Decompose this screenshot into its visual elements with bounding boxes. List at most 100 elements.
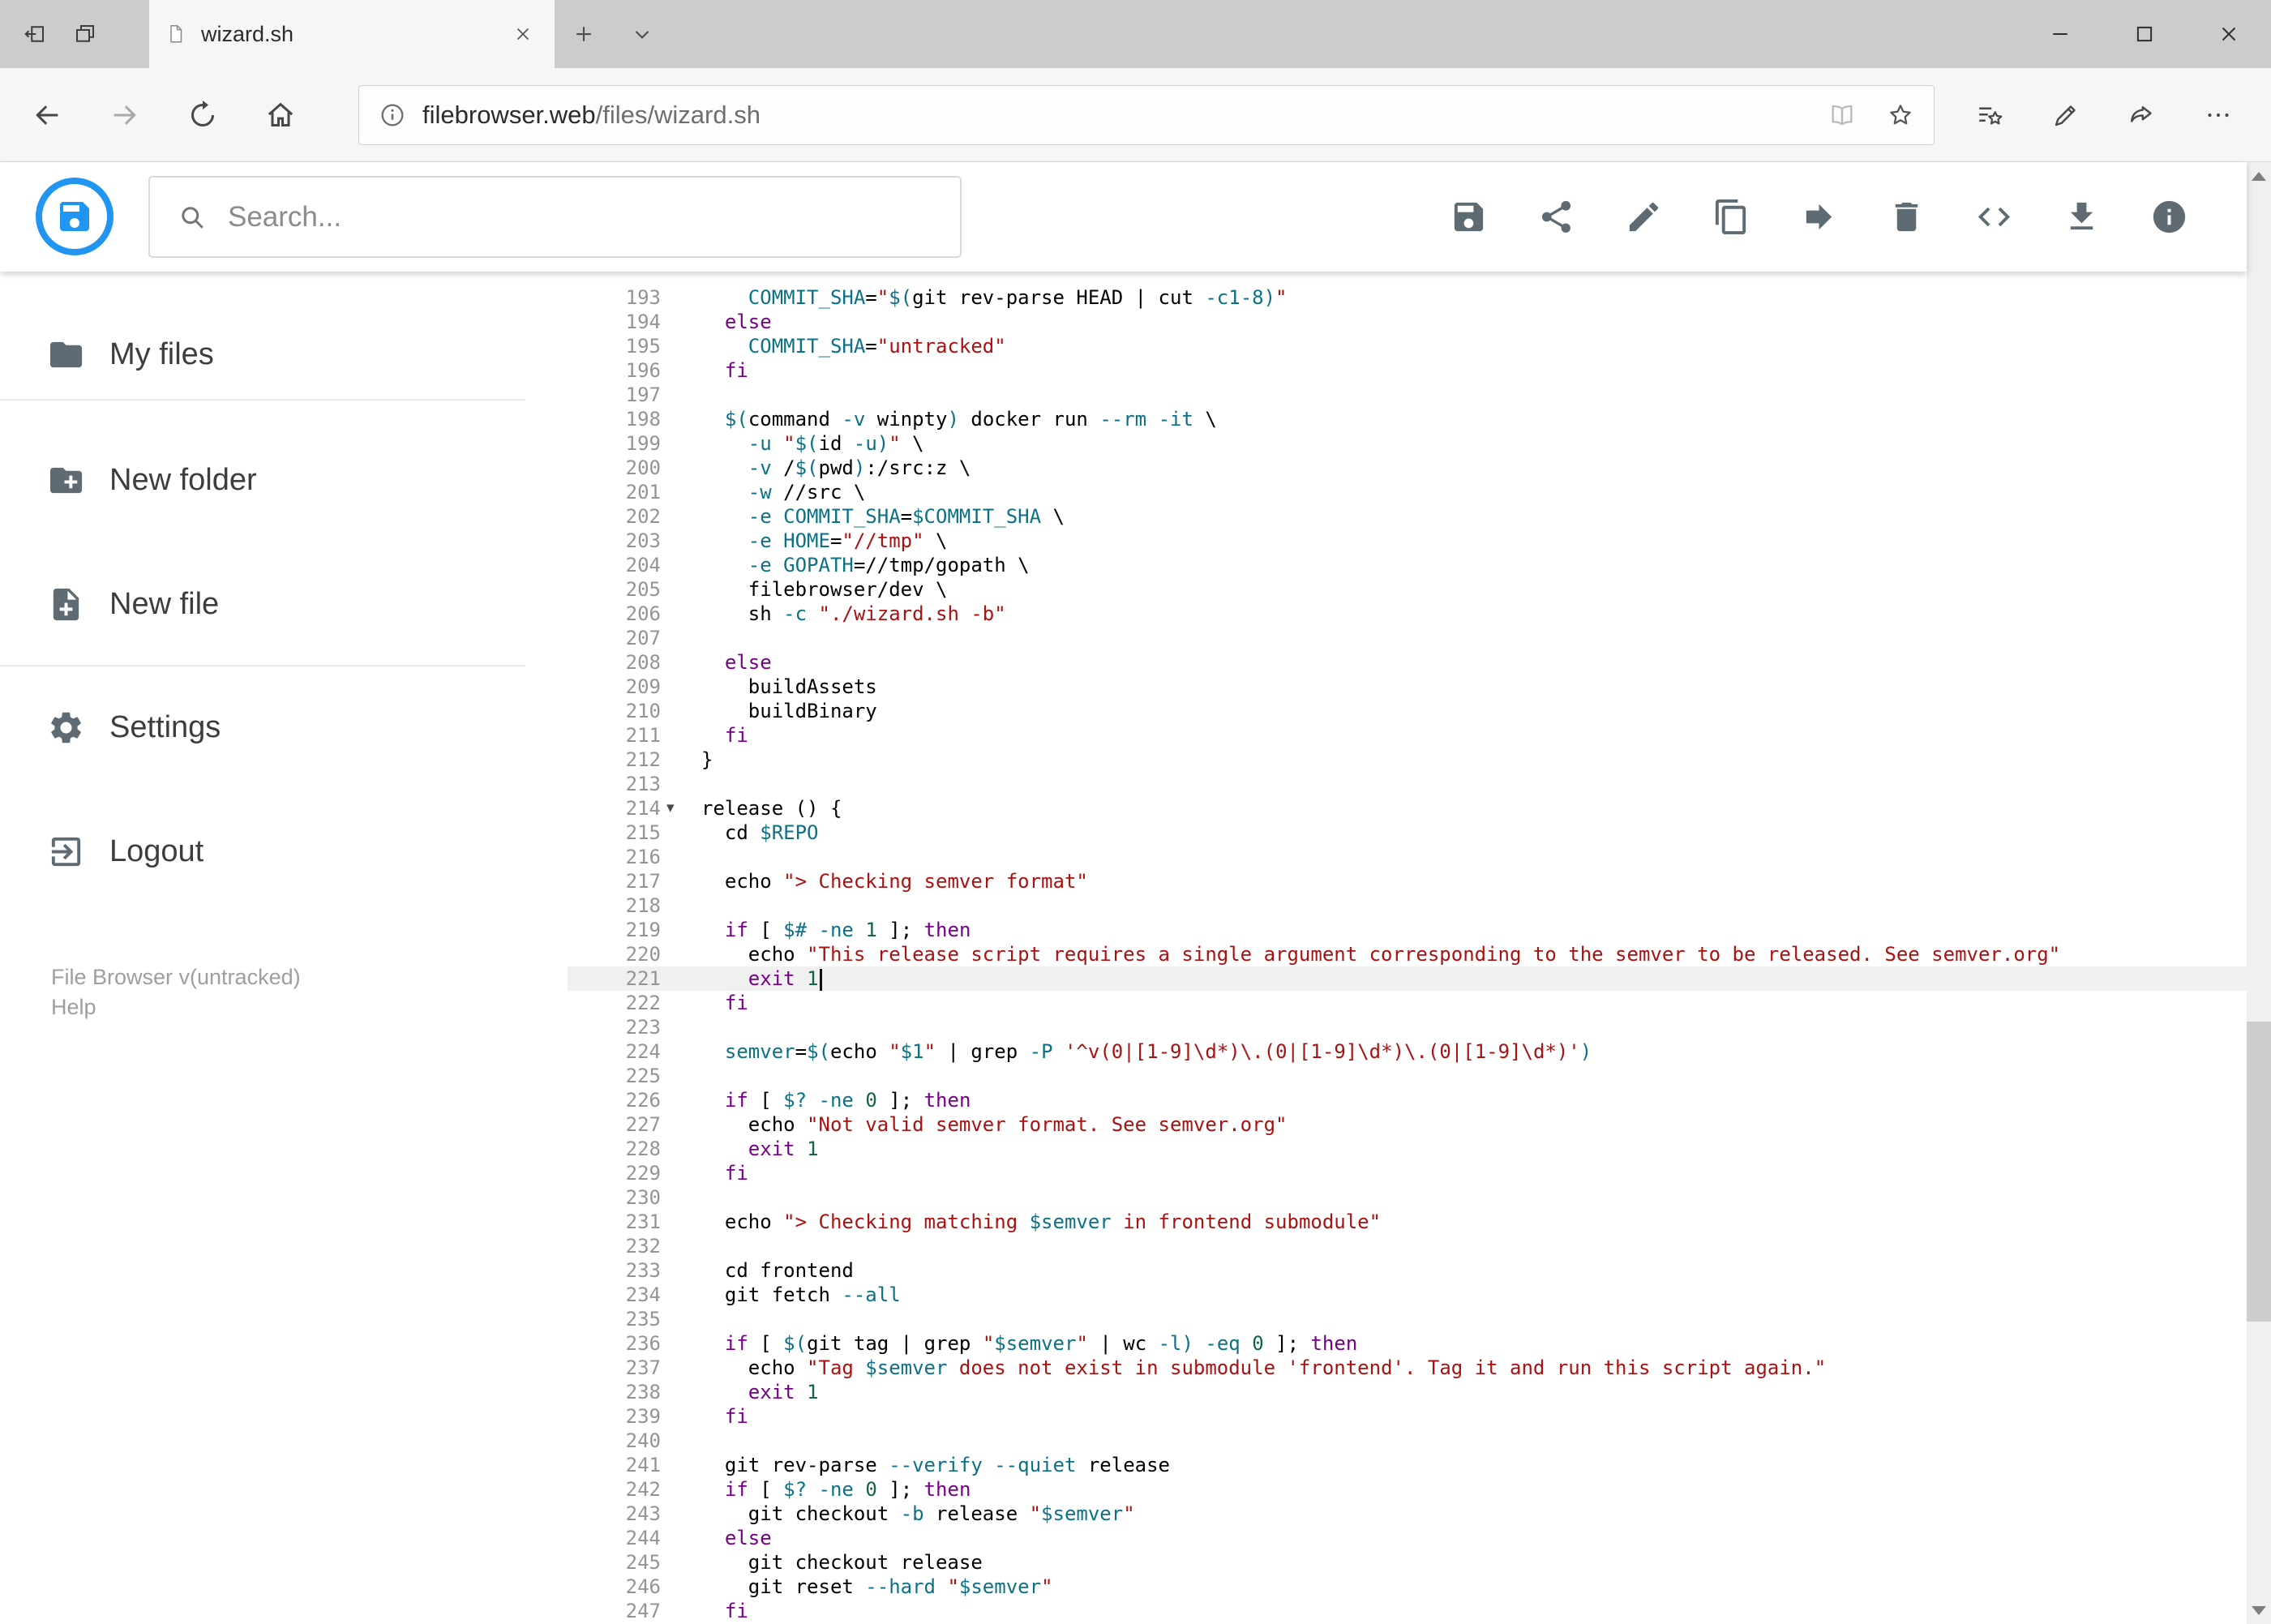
code-line-204[interactable]: 204 -e GOPATH=//tmp/gopath \ [568,553,2247,577]
set-tabs-aside-button[interactable] [10,0,60,68]
code-line-242[interactable]: 242 if [ $? -ne 0 ]; then [568,1477,2247,1502]
fold-marker[interactable]: ▾ [661,796,701,821]
code-line-236[interactable]: 236 if [ $(git tag | grep "$semver" | wc… [568,1331,2247,1356]
code-line-196[interactable]: 196 fi [568,358,2247,383]
tab-wizard-sh[interactable]: wizard.sh [149,0,555,68]
tab-preview-chevron-button[interactable] [613,0,671,68]
code-line-206[interactable]: 206 sh -c "./wizard.sh -b" [568,602,2247,626]
share-button[interactable] [1537,198,1575,236]
code-line-205[interactable]: 205 filebrowser/dev \ [568,577,2247,602]
tab-close-icon[interactable] [508,19,538,49]
delete-button[interactable] [1888,198,1926,236]
sidebar-item-my-files[interactable]: My files [0,310,568,399]
code-line-193[interactable]: 193 COMMIT_SHA="$(git rev-parse HEAD | c… [568,285,2247,310]
sidebar-item-logout[interactable]: Logout [0,807,568,896]
rename-button[interactable] [1625,198,1663,236]
code-line-245[interactable]: 245 git checkout release [568,1550,2247,1575]
code-line-226[interactable]: 226 if [ $? -ne 0 ]; then [568,1088,2247,1112]
code-line-240[interactable]: 240 [568,1429,2247,1453]
code-line-224[interactable]: 224 semver=$(echo "$1" | grep -P '^v(0|[… [568,1039,2247,1064]
code-line-221[interactable]: 221 exit 1 [568,966,2247,991]
sidebar-item-new-folder[interactable]: New folder [0,435,568,525]
scroll-down-arrow[interactable] [2247,1596,2271,1624]
address-bar[interactable]: filebrowser.web/files/wizard.sh [358,84,1935,145]
code-line-197[interactable]: 197 [568,383,2247,407]
code-line-234[interactable]: 234 git fetch --all [568,1283,2247,1307]
code-line-220[interactable]: 220 echo "This release script requires a… [568,942,2247,966]
code-line-230[interactable]: 230 [568,1185,2247,1210]
page-scrollbar[interactable] [2247,162,2271,1624]
code-line-238[interactable]: 238 exit 1 [568,1380,2247,1404]
share-page-button[interactable] [2104,76,2180,154]
code-line-208[interactable]: 208 else [568,650,2247,675]
code-line-231[interactable]: 231 echo "> Checking matching $semver in… [568,1210,2247,1234]
forward-button[interactable] [86,76,164,154]
web-note-button[interactable] [2028,76,2104,154]
code-line-228[interactable]: 228 exit 1 [568,1137,2247,1161]
copy-button[interactable] [1712,198,1750,236]
site-info-icon[interactable] [379,101,406,129]
code-line-241[interactable]: 241 git rev-parse --verify --quiet relea… [568,1453,2247,1477]
favorites-hub-button[interactable] [1952,76,2028,154]
code-line-244[interactable]: 244 else [568,1526,2247,1550]
info-button[interactable] [2150,198,2188,236]
sidebar-item-new-file[interactable]: New file [0,559,568,649]
code-line-247[interactable]: 247 fi [568,1599,2247,1623]
search-input[interactable] [228,200,893,234]
code-line-215[interactable]: 215 cd $REPO [568,821,2247,845]
scrollbar-thumb[interactable] [2247,1022,2271,1322]
raw-button[interactable] [1975,198,2013,236]
move-button[interactable] [1800,198,1838,236]
code-line-232[interactable]: 232 [568,1234,2247,1258]
url-text[interactable]: filebrowser.web/files/wizard.sh [422,101,761,130]
code-line-229[interactable]: 229 fi [568,1161,2247,1185]
code-line-199[interactable]: 199 -u "$(id -u)" \ [568,431,2247,456]
code-line-219[interactable]: 219 if [ $# -ne 1 ]; then [568,918,2247,942]
code-line-243[interactable]: 243 git checkout -b release "$semver" [568,1502,2247,1526]
code-line-217[interactable]: 217 echo "> Checking semver format" [568,869,2247,893]
favorite-button[interactable] [1887,101,1914,129]
code-line-195[interactable]: 195 COMMIT_SHA="untracked" [568,334,2247,358]
code-line-200[interactable]: 200 -v /$(pwd):/src:z \ [568,456,2247,480]
code-line-214[interactable]: 214 ▾ release () { [568,796,2247,821]
tabs-preview-button[interactable] [60,0,110,68]
code-line-211[interactable]: 211 fi [568,723,2247,748]
help-link[interactable]: Help [51,992,301,1022]
code-line-213[interactable]: 213 [568,772,2247,796]
reading-view-button[interactable] [1828,101,1856,129]
sidebar-item-settings[interactable]: Settings [0,683,568,772]
code-line-207[interactable]: 207 [568,626,2247,650]
code-line-210[interactable]: 210 buildBinary [568,699,2247,723]
refresh-button[interactable] [164,76,242,154]
code-line-194[interactable]: 194 else [568,310,2247,334]
save-button[interactable] [1450,198,1488,236]
code-line-209[interactable]: 209 buildAssets [568,675,2247,699]
code-line-237[interactable]: 237 echo "Tag $semver does not exist in … [568,1356,2247,1380]
minimize-button[interactable] [2018,0,2102,68]
new-tab-button[interactable] [555,0,613,68]
more-menu-button[interactable] [2180,76,2256,154]
code-line-201[interactable]: 201 -w //src \ [568,480,2247,504]
code-editor[interactable]: 193 COMMIT_SHA="$(git rev-parse HEAD | c… [568,272,2247,1624]
code-line-198[interactable]: 198 $(command -v winpty) docker run --rm… [568,407,2247,431]
code-line-239[interactable]: 239 fi [568,1404,2247,1429]
back-button[interactable] [8,76,86,154]
maximize-button[interactable] [2102,0,2187,68]
code-line-235[interactable]: 235 [568,1307,2247,1331]
code-line-246[interactable]: 246 git reset --hard "$semver" [568,1575,2247,1599]
code-line-233[interactable]: 233 cd frontend [568,1258,2247,1283]
code-line-227[interactable]: 227 echo "Not valid semver format. See s… [568,1112,2247,1137]
code-line-203[interactable]: 203 -e HOME="//tmp" \ [568,529,2247,553]
home-button[interactable] [242,76,319,154]
search-bar[interactable] [148,176,962,258]
code-line-202[interactable]: 202 -e COMMIT_SHA=$COMMIT_SHA \ [568,504,2247,529]
code-line-223[interactable]: 223 [568,1015,2247,1039]
code-line-218[interactable]: 218 [568,893,2247,918]
code-line-212[interactable]: 212} [568,748,2247,772]
code-line-222[interactable]: 222 fi [568,991,2247,1015]
close-button[interactable] [2187,0,2271,68]
code-line-225[interactable]: 225 [568,1064,2247,1088]
scroll-up-arrow[interactable] [2247,162,2271,190]
code-line-216[interactable]: 216 [568,845,2247,869]
download-button[interactable] [2063,198,2101,236]
